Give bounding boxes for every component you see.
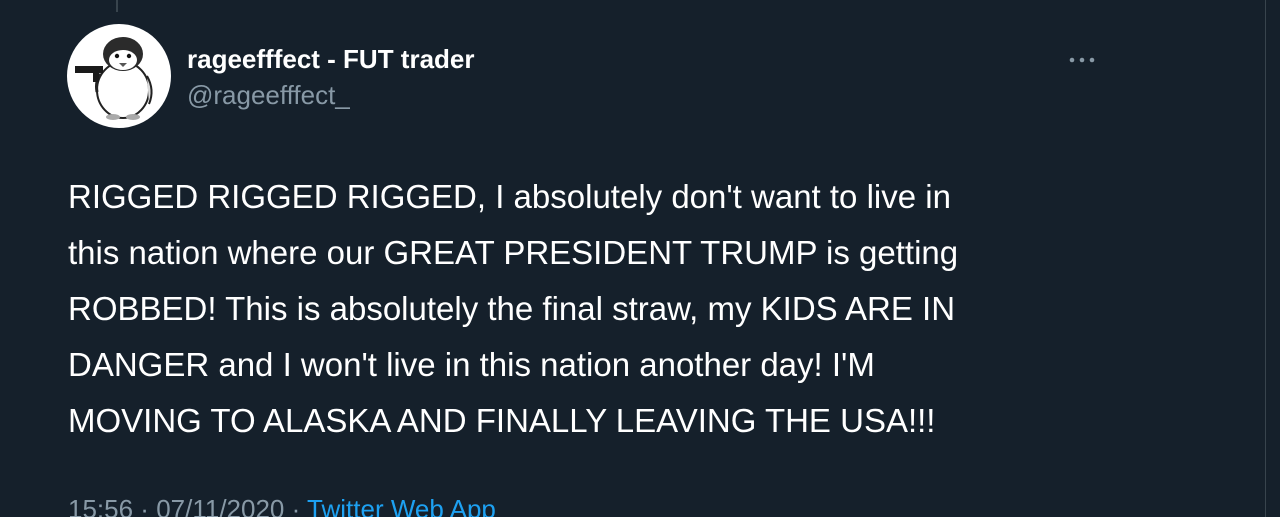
more-options-button[interactable] (1060, 46, 1104, 74)
tweet-source-link[interactable]: Twitter Web App (307, 494, 496, 517)
avatar[interactable] (67, 24, 171, 128)
tweet-detail: rageefffect - FUT trader @rageefffect_ R… (0, 0, 1280, 517)
tweet-time[interactable]: 15:56 (68, 494, 133, 517)
tweet-text: RIGGED RIGGED RIGGED, I absolutely don't… (68, 178, 959, 439)
more-dots-icon (1069, 57, 1095, 63)
penguin-avatar-icon (75, 37, 153, 120)
column-border (1265, 0, 1266, 517)
meta-separator: · (284, 494, 308, 517)
thread-line (116, 0, 118, 12)
author-display-name[interactable]: rageefffect - FUT trader (187, 44, 475, 74)
meta-separator: · (133, 494, 157, 517)
author-handle[interactable]: @rageefffect_ (187, 80, 350, 110)
tweet-date[interactable]: 07/11/2020 (156, 494, 284, 517)
tweet-meta: 15:56 · 07/11/2020 · Twitter Web App (68, 494, 496, 517)
